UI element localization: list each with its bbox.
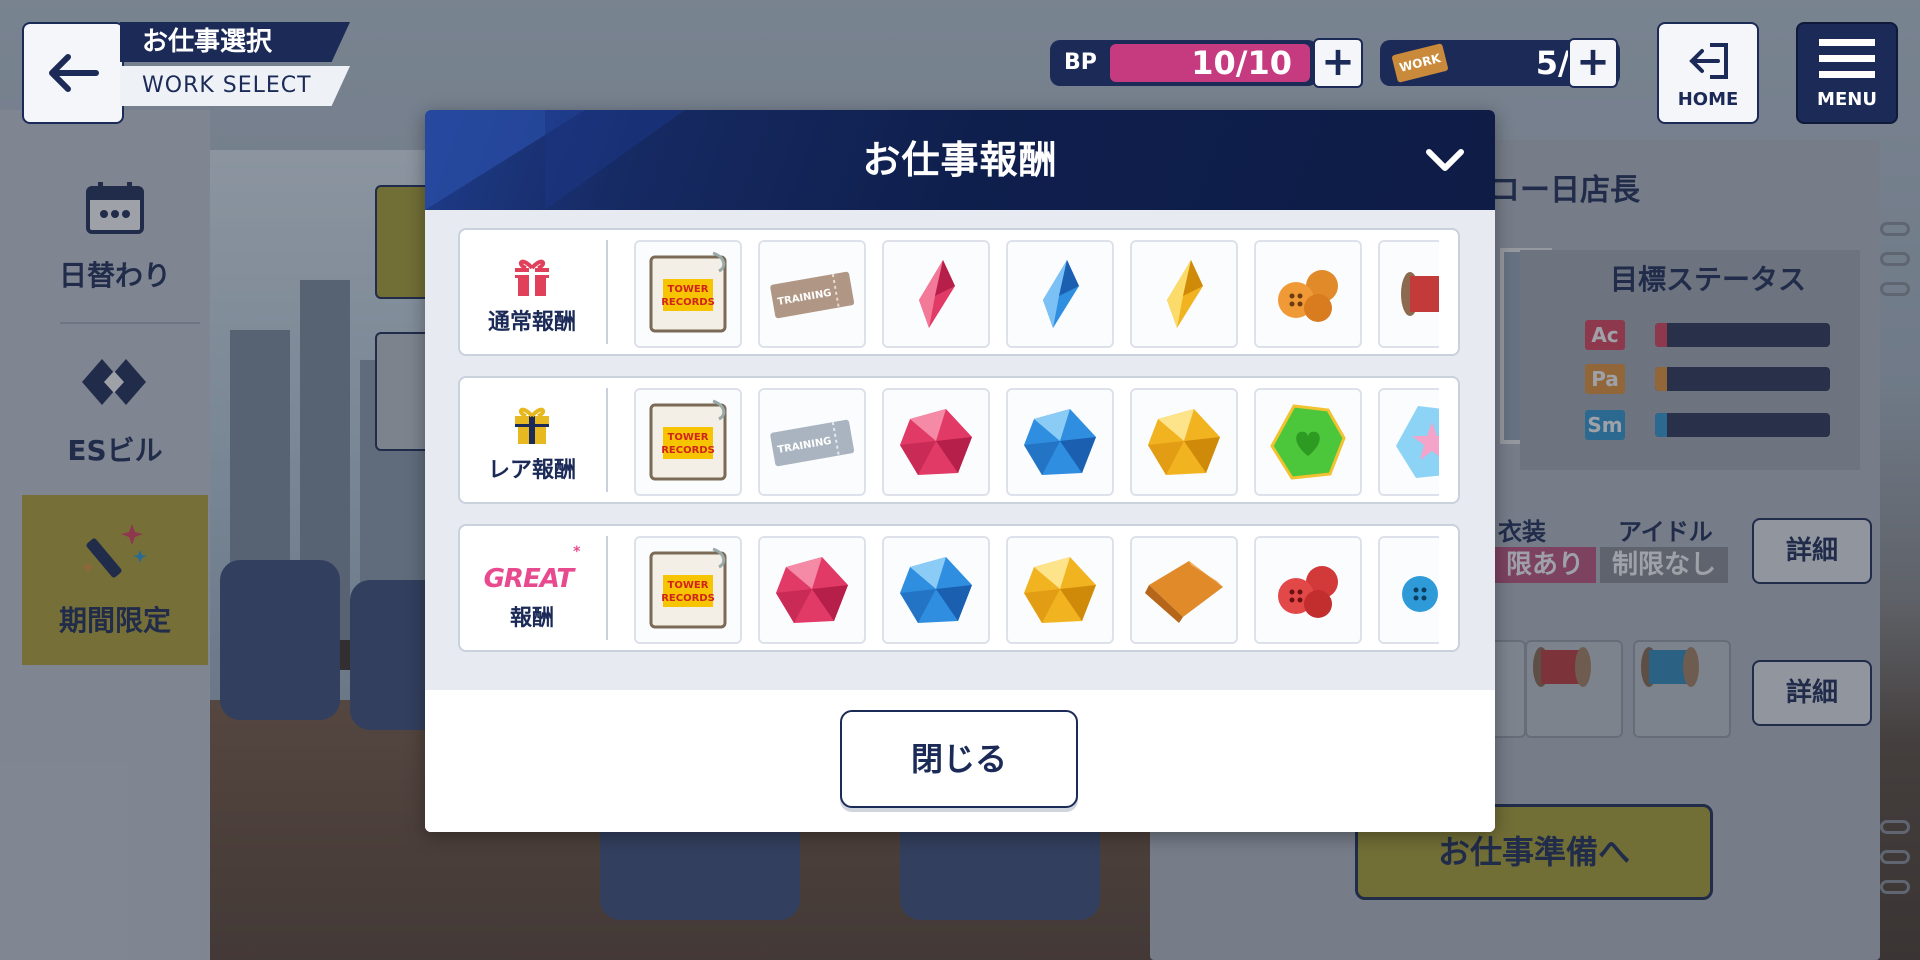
- menu-label: MENU: [1817, 89, 1877, 110]
- yellow-gem[interactable]: [1006, 536, 1114, 644]
- yellow-gem[interactable]: [1130, 388, 1238, 496]
- reward-items: TOWER RECORDS TRAINING: [634, 388, 1439, 496]
- red-thread-spool[interactable]: [1378, 240, 1439, 348]
- work-ticket-icon: WORK: [1391, 43, 1449, 83]
- chevron-down-icon[interactable]: [1425, 146, 1465, 176]
- red-gift-icon: [512, 248, 552, 298]
- home-button[interactable]: HOME: [1657, 22, 1759, 124]
- yellow-crystal-shard-icon: [1167, 260, 1203, 328]
- tower-records-card-icon: TOWER RECORDS: [649, 547, 727, 629]
- blue-gem[interactable]: [1006, 388, 1114, 496]
- red-gem[interactable]: [758, 536, 866, 644]
- reward-row-label: 通常報酬: [460, 230, 604, 354]
- training-ticket-bronze[interactable]: TRAINING: [758, 240, 866, 348]
- red-gem-icon: [900, 409, 972, 475]
- back-button[interactable]: [22, 22, 124, 124]
- tower-records-card-icon: TOWER RECORDS: [649, 399, 727, 481]
- red-crystal-shard-icon: [919, 260, 955, 328]
- training-ticket-silver-icon: TRAINING: [770, 419, 855, 467]
- red-crystal-shard[interactable]: [882, 240, 990, 348]
- red-gem-icon: [776, 557, 848, 623]
- yellow-gem-icon: [1148, 409, 1220, 475]
- reward-modal: お仕事報酬 通常報酬 TOWER RECORDS TRAINING レア報酬 T…: [425, 110, 1495, 832]
- tower-records-card[interactable]: TOWER RECORDS: [634, 388, 742, 496]
- training-ticket-bronze-icon: TRAINING: [770, 271, 855, 319]
- red-buttons-icon: [1278, 566, 1338, 618]
- svg-text:TOWER: TOWER: [668, 432, 709, 443]
- close-button[interactable]: 閉じる: [840, 710, 1078, 808]
- gold-gift-icon: [512, 396, 552, 446]
- divider: [606, 240, 608, 344]
- red-thread-spool-icon: [1401, 272, 1439, 316]
- blue-gem[interactable]: [882, 536, 990, 644]
- great-logo: GREAT *: [483, 544, 581, 594]
- blue-crystal-shard-icon: [1043, 260, 1079, 328]
- reward-row-label-text: 通常報酬: [487, 310, 576, 335]
- green-heart-gem[interactable]: [1254, 388, 1362, 496]
- red-gem[interactable]: [882, 388, 990, 496]
- blue-crystal-shard[interactable]: [1006, 240, 1114, 348]
- modal-title: お仕事報酬: [862, 138, 1058, 182]
- svg-text:RECORDS: RECORDS: [661, 593, 715, 604]
- red-buttons[interactable]: [1254, 536, 1362, 644]
- tower-records-card-icon: TOWER RECORDS: [649, 251, 727, 333]
- green-heart-gem-icon: [1270, 404, 1346, 480]
- modal-header: お仕事報酬: [425, 110, 1495, 210]
- svg-text:TOWER: TOWER: [668, 284, 709, 295]
- orange-fabric[interactable]: [1130, 536, 1238, 644]
- reward-row-normal: 通常報酬 TOWER RECORDS TRAINING: [458, 228, 1460, 356]
- divider: [606, 388, 608, 492]
- page-title: お仕事選択 WORK SELECT: [120, 22, 360, 106]
- reward-items: TOWER RECORDS: [634, 536, 1439, 644]
- blue-buttons[interactable]: [1378, 536, 1439, 644]
- home-label: HOME: [1677, 89, 1739, 110]
- reward-row-great: GREAT * 報酬 TOWER RECORDS: [458, 524, 1460, 652]
- training-ticket-silver[interactable]: TRAINING: [758, 388, 866, 496]
- reward-list: 通常報酬 TOWER RECORDS TRAINING レア報酬 TOWER R…: [425, 210, 1495, 690]
- hamburger-icon: [1819, 39, 1875, 78]
- menu-button[interactable]: MENU: [1796, 22, 1898, 124]
- reward-row-label-text: 報酬: [509, 606, 554, 631]
- page-title-en: WORK SELECT: [120, 66, 350, 106]
- reward-items: TOWER RECORDS TRAINING: [634, 240, 1439, 348]
- reward-row-label: レア報酬: [460, 378, 604, 502]
- star-gem[interactable]: [1378, 388, 1439, 496]
- divider: [606, 536, 608, 640]
- yellow-crystal-shard[interactable]: [1130, 240, 1238, 348]
- reward-row-rare: レア報酬 TOWER RECORDS TRAINING: [458, 376, 1460, 504]
- work-ticket-plus-button[interactable]: +: [1568, 38, 1618, 88]
- bp-gauge: BP 10/10: [1050, 40, 1318, 86]
- bp-value: 10/10: [1191, 44, 1292, 82]
- bp-plus-button[interactable]: +: [1313, 38, 1363, 88]
- orange-buttons[interactable]: [1254, 240, 1362, 348]
- yellow-gem-icon: [1024, 557, 1096, 623]
- blue-gem-icon: [900, 557, 972, 623]
- reward-row-label: GREAT * 報酬: [460, 526, 604, 650]
- blue-buttons-icon: [1402, 576, 1438, 612]
- orange-buttons-icon: [1278, 270, 1338, 322]
- svg-text:TOWER: TOWER: [668, 580, 709, 591]
- home-exit-icon: [1689, 43, 1728, 79]
- tower-records-card[interactable]: TOWER RECORDS: [634, 240, 742, 348]
- svg-text:RECORDS: RECORDS: [661, 297, 715, 308]
- tower-records-card[interactable]: TOWER RECORDS: [634, 536, 742, 644]
- orange-fabric-icon: [1145, 561, 1223, 623]
- star-gem-icon: [1396, 406, 1439, 478]
- bp-label: BP: [1064, 50, 1097, 75]
- page-title-jp: お仕事選択: [120, 22, 350, 62]
- svg-text:RECORDS: RECORDS: [661, 445, 715, 456]
- back-arrow-icon: [49, 54, 99, 92]
- reward-row-label-text: レア報酬: [487, 458, 576, 483]
- blue-gem-icon: [1024, 409, 1096, 475]
